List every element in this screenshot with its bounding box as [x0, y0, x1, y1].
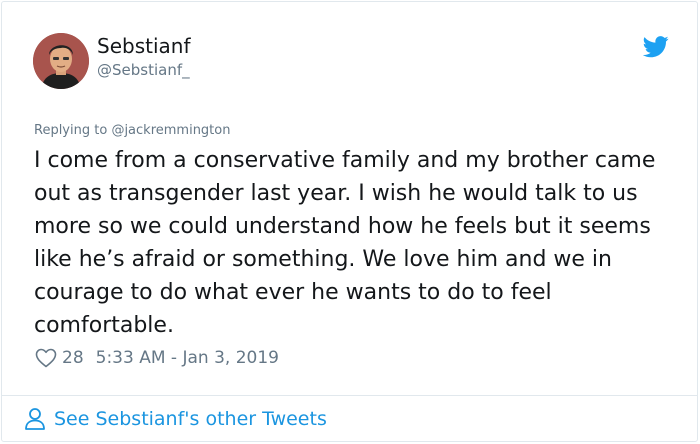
see-other-tweets-link[interactable]: See Sebstianf's other Tweets [24, 404, 327, 434]
heart-icon[interactable] [34, 346, 58, 370]
timestamp[interactable]: 5:33 AM - Jan 3, 2019 [96, 348, 279, 368]
replying-prefix: Replying to [34, 123, 108, 138]
see-other-tweets-label: See Sebstianf's other Tweets [54, 408, 327, 430]
avatar[interactable] [33, 33, 89, 89]
mention-link[interactable]: @jackremmington [111, 123, 230, 138]
user-handle[interactable]: @Sebstianf_ [97, 61, 190, 79]
avatar-illustration [33, 33, 89, 89]
display-name[interactable]: Sebstianf [97, 34, 191, 58]
tweet-meta: 28 5:33 AM - Jan 3, 2019 [34, 345, 279, 371]
person-icon [24, 407, 46, 431]
footer-divider [1, 395, 698, 396]
tweet-text: I come from a conservative family and my… [34, 148, 656, 338]
replying-to: Replying to @jackremmington [34, 123, 230, 138]
twitter-bird-icon[interactable] [643, 35, 669, 59]
like-count[interactable]: 28 [62, 348, 84, 368]
tweet-card: Sebstianf @Sebstianf_ Replying to @jackr… [1, 1, 698, 442]
